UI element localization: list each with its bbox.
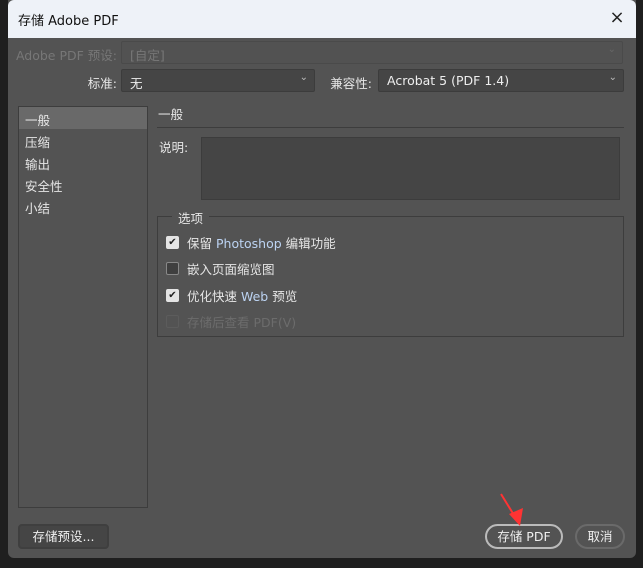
checkbox-checked[interactable]: ✔: [166, 289, 179, 302]
option-label: 保留 Photoshop 编辑功能: [187, 233, 336, 252]
title-bar: 存储 Adobe PDF ×: [8, 0, 636, 38]
sidebar-item-general[interactable]: 一般: [19, 107, 147, 129]
options-legend: 选项: [172, 208, 210, 227]
option-preserve-photoshop[interactable]: ✔ 保留 Photoshop 编辑功能: [166, 233, 336, 252]
option-fast-web-view[interactable]: ✔ 优化快速 Web 预览: [166, 286, 297, 305]
option-text: 预览: [268, 289, 298, 304]
sidebar-item-security[interactable]: 安全性: [19, 173, 147, 195]
option-label: 优化快速 Web 预览: [187, 286, 297, 305]
standard-select[interactable]: 无 ⌄: [121, 69, 315, 92]
window-title: 存储 Adobe PDF: [18, 14, 119, 29]
option-embed-thumbnails[interactable]: 嵌入页面缩览图: [166, 259, 275, 278]
checkbox-unchecked[interactable]: [166, 262, 179, 275]
save-preset-button[interactable]: 存储预设...: [18, 524, 109, 549]
option-text: 编辑功能: [281, 236, 336, 251]
preset-value: [自定]: [130, 48, 165, 63]
save-adobe-pdf-dialog: 存储 Adobe PDF × Adobe PDF 预设: [自定] ⌄ 标准: 无…: [8, 0, 636, 558]
category-list: 一般 压缩 输出 安全性 小结: [18, 106, 148, 508]
option-highlight: Web: [240, 289, 269, 304]
sidebar-item-summary[interactable]: 小结: [19, 195, 147, 217]
options-group: 选项 ✔ 保留 Photoshop 编辑功能 嵌入页面缩览图 ✔ 优化快速 Web …: [157, 208, 624, 337]
option-highlight: Photoshop: [215, 236, 282, 251]
preset-select: [自定] ⌄: [121, 41, 623, 64]
option-view-after-save: 存储后查看 PDF(V): [166, 312, 296, 331]
checkbox-checked[interactable]: ✔: [166, 236, 179, 249]
preset-label: Adobe PDF 预设:: [15, 48, 117, 63]
option-label: 嵌入页面缩览图: [187, 262, 275, 277]
section-title: 一般: [158, 107, 184, 122]
chevron-down-icon: ⌄: [608, 72, 617, 83]
chevron-down-icon: ⌄: [607, 44, 616, 55]
description-label: 说明:: [159, 140, 189, 155]
option-label: 存储后查看 PDF(V): [187, 315, 297, 330]
divider: [157, 127, 624, 128]
chevron-down-icon: ⌄: [299, 72, 308, 83]
option-text: 保留: [187, 236, 216, 251]
description-textarea[interactable]: [201, 137, 620, 200]
compat-value: Acrobat 5 (PDF 1.4): [387, 73, 510, 88]
close-icon[interactable]: ×: [604, 6, 630, 30]
compat-select[interactable]: Acrobat 5 (PDF 1.4) ⌄: [378, 69, 624, 92]
cancel-button[interactable]: 取消: [575, 524, 625, 549]
option-text: 优化快速: [187, 289, 241, 304]
compat-label: 兼容性:: [330, 76, 372, 91]
standard-value: 无: [130, 76, 143, 91]
sidebar-item-output[interactable]: 输出: [19, 151, 147, 173]
sidebar-item-compression[interactable]: 压缩: [19, 129, 147, 151]
standard-label: 标准:: [87, 76, 117, 91]
annotation-arrow-icon: [500, 493, 523, 526]
checkbox-disabled: [166, 315, 179, 328]
